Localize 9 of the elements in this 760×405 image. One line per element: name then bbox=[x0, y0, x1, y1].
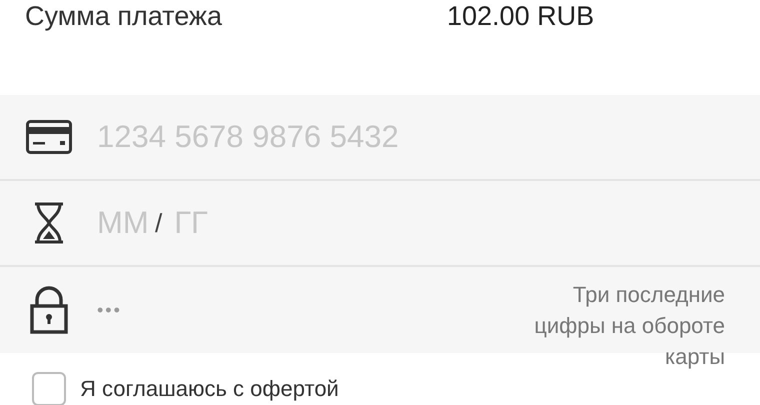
payment-label: Сумма платежа bbox=[25, 0, 223, 33]
credit-card-icon bbox=[26, 120, 72, 154]
date-separator: / bbox=[155, 208, 162, 238]
cvc-field[interactable]: ••• bbox=[97, 300, 157, 320]
agreement-label: Я соглашаюсь с офертой bbox=[80, 376, 339, 402]
agreement-checkbox[interactable] bbox=[32, 372, 66, 405]
padlock-icon bbox=[29, 286, 69, 334]
hourglass-icon bbox=[32, 201, 66, 245]
payment-amount: 102.00 RUB bbox=[447, 0, 594, 33]
